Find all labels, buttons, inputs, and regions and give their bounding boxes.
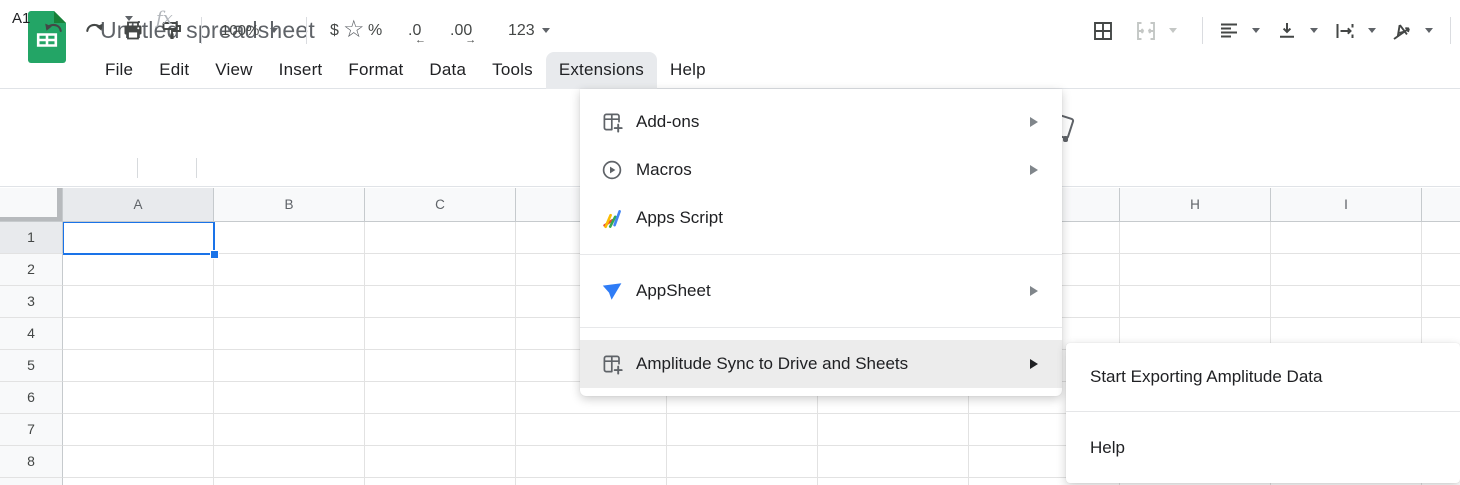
menu-item-amplitude-sync-to-drive-and-sheets[interactable]: Amplitude Sync to Drive and Sheets (580, 340, 1062, 388)
toolbar-separator (201, 17, 202, 44)
menu-item-appsheet[interactable]: AppSheet (580, 267, 1062, 315)
row-header-3[interactable]: 3 (0, 286, 63, 318)
menubar-item-help[interactable]: Help (657, 52, 719, 89)
column-header-a[interactable]: A (63, 188, 214, 222)
menu-item-macros[interactable]: Macros (580, 146, 1062, 194)
menu-item-apps-script[interactable]: Apps Script (580, 194, 1062, 242)
submenu-arrow-icon (1030, 286, 1038, 296)
macros-play-icon (600, 158, 624, 182)
row-header-8[interactable]: 8 (0, 446, 63, 478)
menu-item-label: Amplitude Sync to Drive and Sheets (636, 354, 909, 373)
name-box[interactable]: A1 (12, 0, 30, 36)
submenu-arrow-icon (1030, 359, 1038, 369)
selected-cell-outline (62, 221, 215, 255)
menu-divider (580, 327, 1062, 328)
menubar-item-extensions[interactable]: Extensions (545, 52, 657, 89)
submenu-item-help[interactable]: Help (1066, 412, 1460, 483)
column-header-h[interactable]: H (1120, 188, 1271, 222)
amplitude-submenu: Start Exporting Amplitude Data Help (1066, 343, 1460, 483)
undo-button[interactable] (42, 0, 66, 61)
fx-icon: fx (156, 7, 173, 29)
formula-bar-separator (196, 158, 197, 178)
redo-button[interactable] (82, 0, 106, 61)
column-header-j[interactable]: J (1422, 188, 1460, 222)
apps-script-icon (600, 206, 624, 230)
row-header-4[interactable]: 4 (0, 318, 63, 350)
column-header-c[interactable]: C (365, 188, 516, 222)
formula-bar-separator (137, 158, 138, 178)
chevron-down-icon[interactable] (125, 16, 133, 21)
menubar: File Edit View Insert Format Data Tools Extensi… (92, 52, 719, 89)
google-sheets-app: Untitled spreadsheet ☆ File Edit View Inser… (0, 0, 1460, 485)
row-header-9[interactable]: 9 (0, 478, 63, 485)
submenu-item-start-exporting-amplitude-data[interactable]: Start Exporting Amplitude Data (1066, 343, 1460, 411)
formula-input[interactable] (208, 4, 1452, 34)
fill-handle[interactable] (210, 250, 219, 259)
menu-item-label: Macros (636, 160, 692, 179)
row-header-7[interactable]: 7 (0, 414, 63, 446)
appsheet-icon (600, 279, 624, 303)
fill-color-icon-partial (1063, 136, 1068, 142)
row-header-1[interactable]: 1 (0, 222, 63, 254)
submenu-arrow-icon (1030, 165, 1038, 175)
menu-item-add-ons[interactable]: Add-ons (580, 98, 1062, 146)
row-header-2[interactable]: 2 (0, 254, 63, 286)
menu-item-label: Apps Script (636, 208, 723, 227)
print-button[interactable] (121, 0, 145, 61)
column-header-i[interactable]: I (1271, 188, 1422, 222)
extensions-menu: Add-ons Macros Apps Script AppSheet Amplitud… (580, 89, 1062, 396)
select-all-corner[interactable] (0, 188, 63, 222)
row-header-6[interactable]: 6 (0, 382, 63, 414)
column-header-b[interactable]: B (214, 188, 365, 222)
menu-item-label: AppSheet (636, 281, 711, 300)
arrow-right-icon: → (465, 33, 477, 46)
submenu-arrow-icon (1030, 117, 1038, 127)
addon-grid-plus-icon (600, 110, 624, 134)
menu-divider (580, 254, 1062, 255)
row-header-5[interactable]: 5 (0, 350, 63, 382)
addon-grid-plus-icon (600, 352, 624, 376)
arrow-left-icon: ← (415, 33, 426, 46)
menu-item-label: Add-ons (636, 112, 700, 131)
